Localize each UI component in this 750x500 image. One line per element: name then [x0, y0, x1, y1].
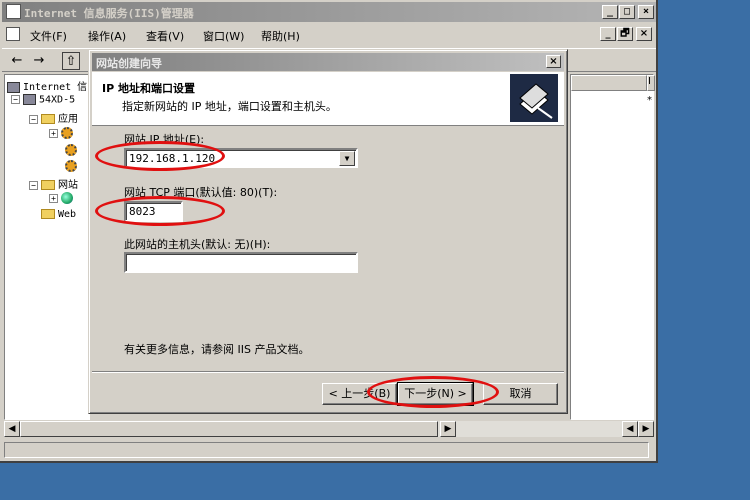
child-restore-button[interactable]: 🗗	[617, 27, 633, 41]
collapse-icon[interactable]: −	[29, 180, 38, 190]
details-pane: I *	[570, 74, 655, 420]
console-tree: Internet 信 −54XD-5 − 应用 + − 网站 + Web	[4, 74, 90, 420]
forward-arrow-icon[interactable]: →	[30, 52, 48, 70]
folder-icon	[41, 114, 55, 124]
dialog-title-bar: 网站创建向导 ×	[92, 53, 564, 71]
horizontal-scrollbar[interactable]: ◀ ▶ ◀ ▶	[4, 421, 654, 437]
host-header-input[interactable]	[124, 252, 358, 273]
menu-bar: 文件(F) 操作(A) 查看(V) 窗口(W) 帮助(H) _ 🗗 ×	[2, 24, 656, 46]
column-header[interactable]	[571, 75, 647, 91]
scroll-thumb[interactable]	[20, 421, 438, 437]
app-pool-icon	[61, 127, 73, 139]
scroll-right-icon[interactable]: ▶	[638, 421, 654, 437]
status-bar	[4, 441, 654, 459]
tree-pool-1[interactable]: +	[49, 127, 76, 139]
tree-pool-3[interactable]	[65, 160, 80, 172]
host-header-label: 此网站的主机头(默认: 无)(H):	[124, 238, 271, 251]
dialog-title: 网站创建向导	[96, 57, 162, 70]
title-bar: Internet 信息服务(IIS)管理器 _ □ ×	[2, 2, 656, 22]
next-button[interactable]: 下一步(N) >	[397, 382, 474, 406]
collapse-icon[interactable]: −	[11, 95, 20, 104]
window-title: Internet 信息服务(IIS)管理器	[24, 7, 194, 20]
tree-web-extensions[interactable]: Web	[41, 209, 76, 220]
website-globe-icon	[61, 192, 73, 204]
wizard-header: IP 地址和端口设置 指定新网站的 IP 地址，端口设置和主机头。	[92, 72, 564, 126]
status-cell	[4, 442, 649, 458]
expand-icon[interactable]: +	[49, 128, 58, 138]
button-separator	[92, 371, 564, 373]
mmc-icon	[6, 27, 20, 41]
minimize-button[interactable]: _	[602, 5, 618, 19]
ip-address-value: 192.168.1.120	[129, 152, 216, 165]
chevron-down-icon[interactable]: ▼	[339, 151, 355, 166]
scroll-left-icon[interactable]: ◀	[4, 421, 20, 437]
menu-view[interactable]: 查看(V)	[146, 28, 184, 44]
scroll-left-icon[interactable]: ◀	[622, 421, 638, 437]
tree-default-site[interactable]: +	[49, 192, 76, 204]
dialog-close-button[interactable]: ×	[546, 55, 561, 68]
tree-server[interactable]: −54XD-5	[11, 94, 75, 106]
server-icon	[23, 94, 36, 105]
ip-address-label: 网站 IP 地址(E):	[124, 133, 205, 146]
tree-app-pools[interactable]: − 应用	[29, 110, 78, 125]
folder-icon	[41, 180, 55, 190]
ip-address-combo[interactable]: 192.168.1.120 ▼	[124, 148, 358, 168]
tree-pool-2[interactable]	[65, 144, 80, 156]
app-pool-icon	[65, 160, 77, 172]
tcp-port-input[interactable]: 8023	[124, 201, 183, 222]
tree-websites[interactable]: − 网站	[29, 176, 78, 191]
app-pool-icon	[65, 144, 77, 156]
back-button[interactable]: < 上一步(B)	[322, 383, 397, 405]
menu-action[interactable]: 操作(A)	[88, 28, 126, 44]
menu-file[interactable]: 文件(F)	[30, 28, 67, 44]
back-arrow-icon[interactable]: ←	[8, 52, 26, 70]
collapse-icon[interactable]: −	[29, 114, 38, 124]
tcp-port-label: 网站 TCP 端口(默认值: 80)(T):	[124, 186, 278, 199]
scroll-right-icon[interactable]: ▶	[440, 421, 456, 437]
wizard-book-icon	[510, 74, 558, 122]
iis-root-icon	[7, 81, 20, 93]
expand-icon[interactable]: +	[49, 193, 58, 203]
cancel-button[interactable]: 取消	[483, 383, 558, 405]
child-close-button[interactable]: ×	[636, 27, 652, 41]
child-minimize-button[interactable]: _	[600, 27, 616, 41]
maximize-button[interactable]: □	[619, 5, 635, 19]
website-wizard-dialog: 网站创建向导 × IP 地址和端口设置 指定新网站的 IP 地址，端口设置和主机…	[88, 49, 568, 414]
up-level-icon[interactable]: ⇧	[62, 52, 80, 70]
folder-icon	[41, 209, 55, 219]
help-hint-text: 有关更多信息，请参阅 IIS 产品文档。	[124, 343, 310, 356]
row-marker: *	[647, 95, 652, 106]
wizard-step-subtitle: 指定新网站的 IP 地址，端口设置和主机头。	[122, 100, 337, 113]
menu-window[interactable]: 窗口(W)	[203, 28, 244, 44]
tree-root[interactable]: Internet 信	[7, 78, 87, 93]
close-button[interactable]: ×	[638, 5, 654, 19]
menu-help[interactable]: 帮助(H)	[261, 28, 300, 44]
wizard-step-title: IP 地址和端口设置	[102, 82, 195, 95]
column-header[interactable]: I	[647, 75, 655, 91]
iis-app-icon	[6, 4, 21, 19]
